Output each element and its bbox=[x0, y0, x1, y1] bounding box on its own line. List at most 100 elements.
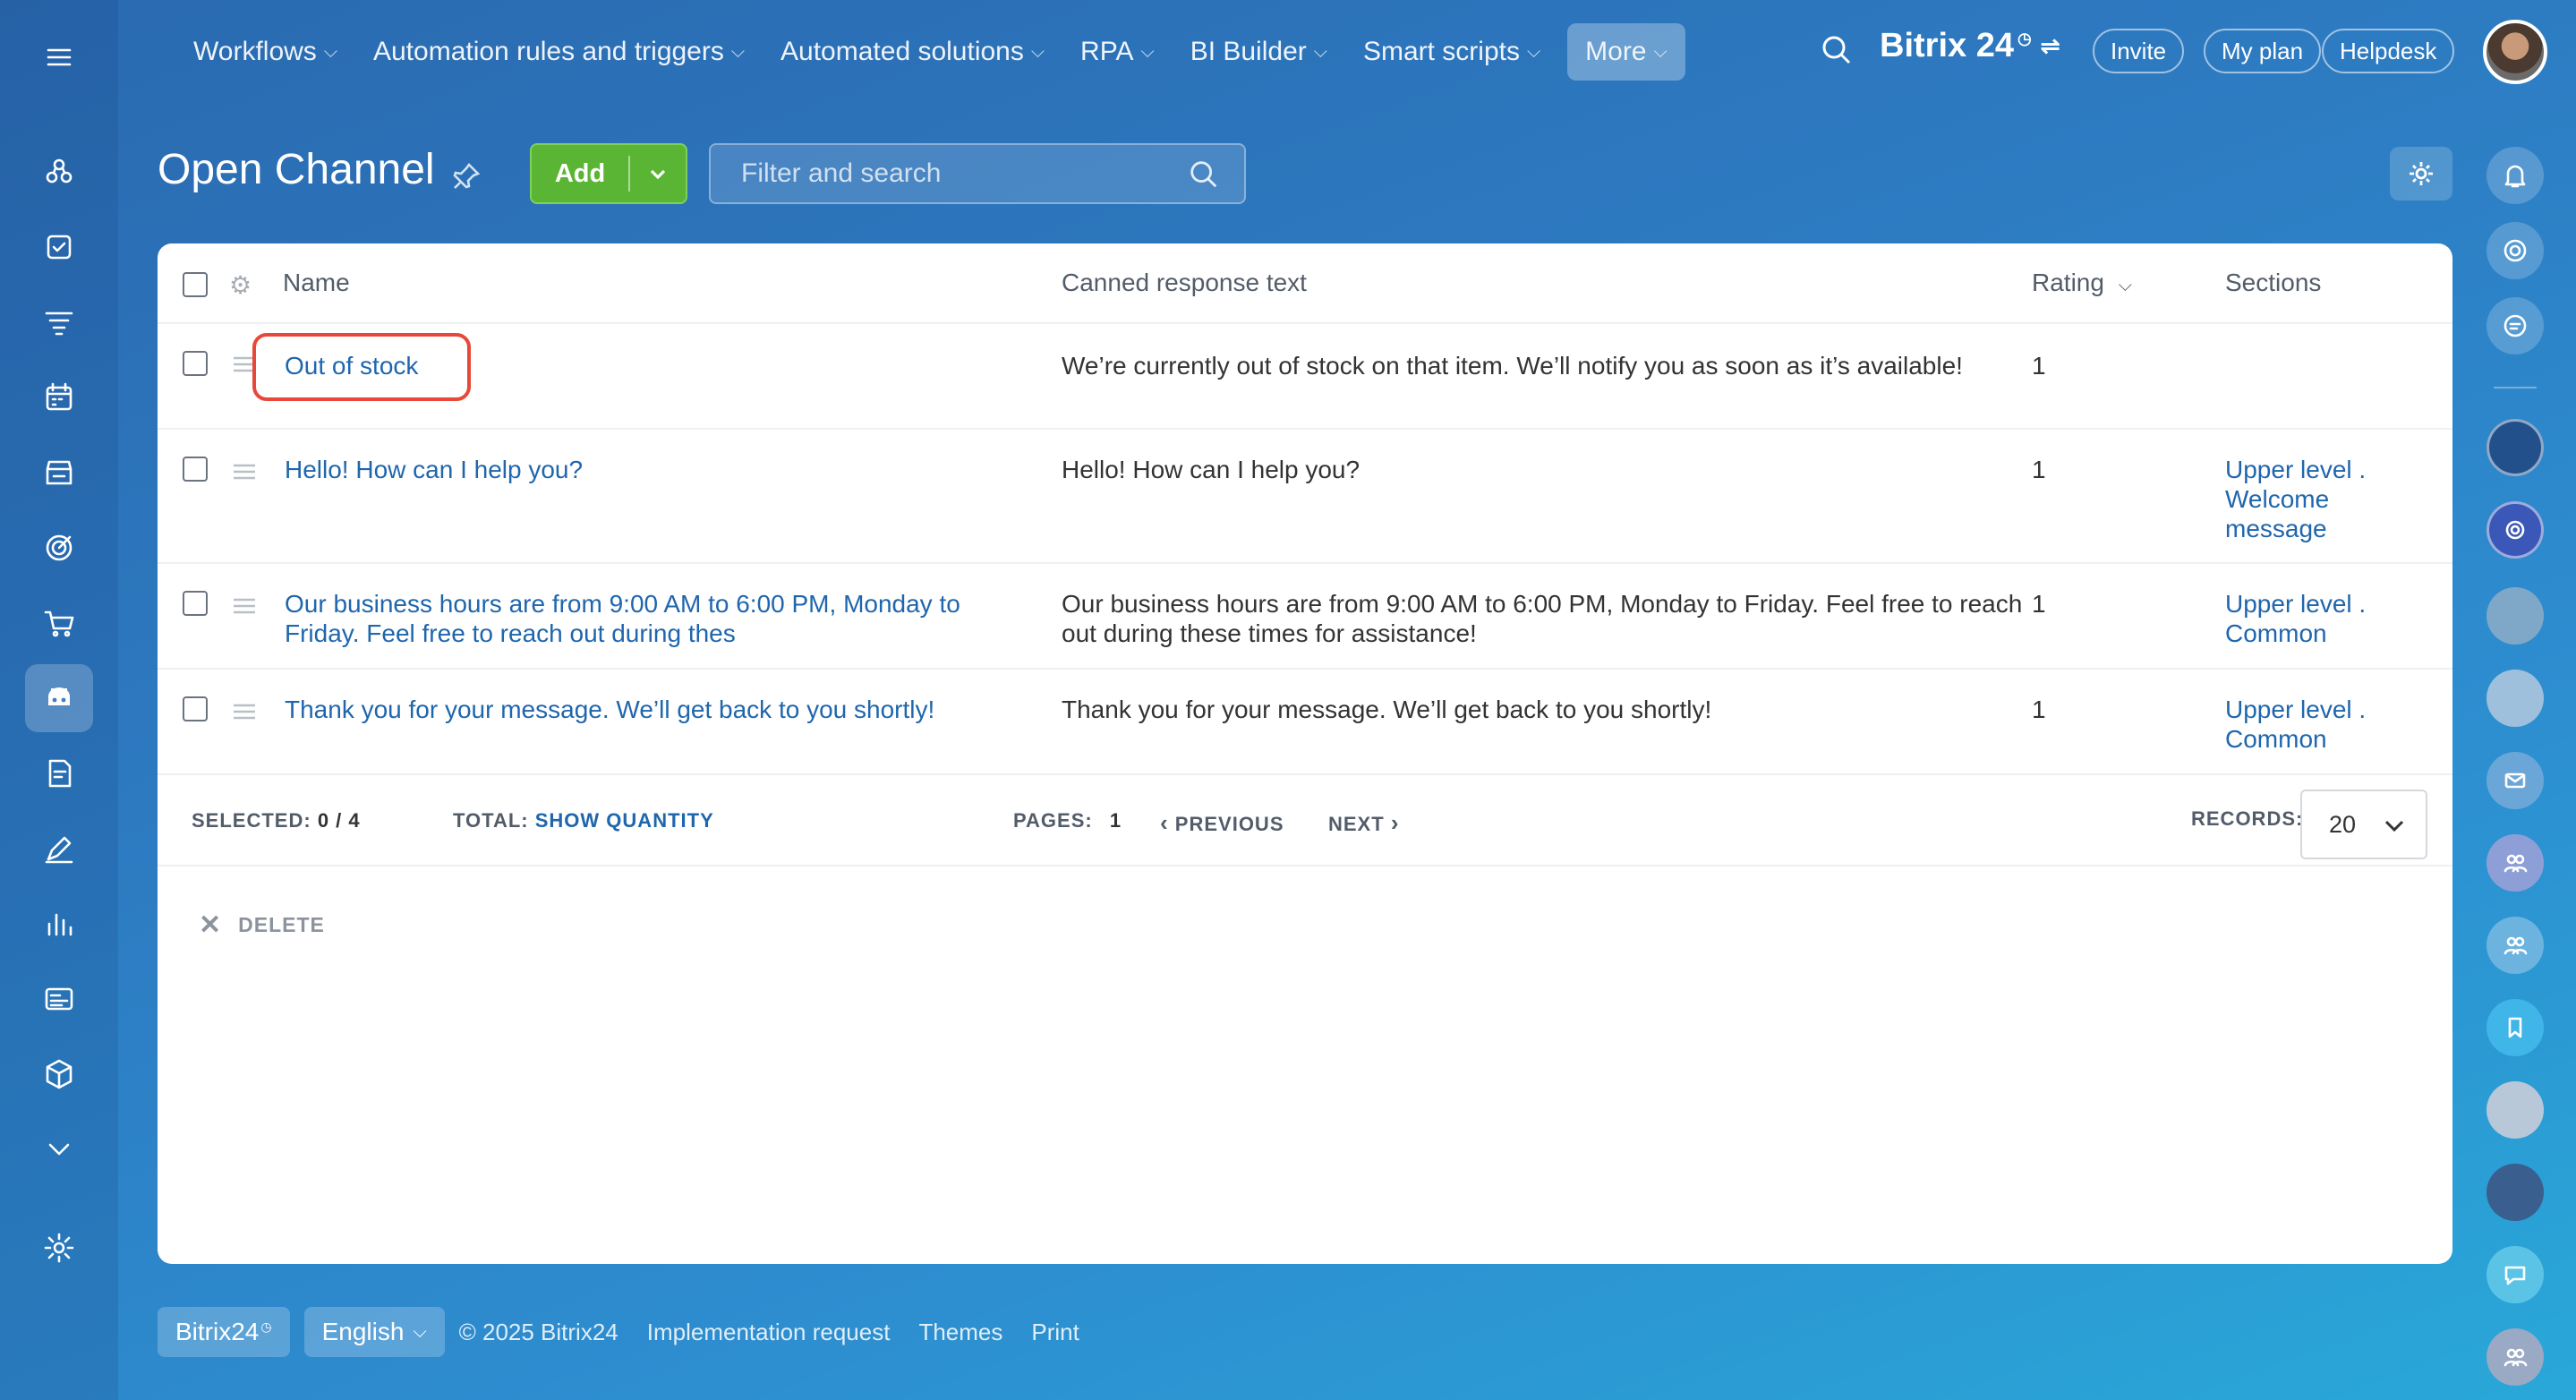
page-settings-gear-icon[interactable] bbox=[2390, 147, 2452, 201]
table-row[interactable]: Hello! How can I help you? Hello! How ca… bbox=[158, 430, 2452, 564]
chat-search-icon[interactable] bbox=[2486, 297, 2544, 354]
pin-icon[interactable] bbox=[451, 161, 482, 192]
next-page-button[interactable]: NEXT › bbox=[1328, 809, 1399, 837]
nav-smart-scripts[interactable]: Smart scripts ⌵ bbox=[1345, 23, 1558, 81]
implementation-request-link[interactable]: Implementation request bbox=[647, 1319, 891, 1346]
row-checkbox[interactable] bbox=[183, 457, 208, 482]
menu-icon[interactable] bbox=[25, 23, 93, 91]
grid-card: ⚙ Name Canned response text Rating ⌵ Sec… bbox=[158, 243, 2452, 1264]
filter-search-input[interactable]: Filter and search bbox=[709, 143, 1246, 204]
automation-robot-icon[interactable] bbox=[25, 664, 93, 732]
chevron-down-icon[interactable] bbox=[630, 163, 686, 184]
brand-logo[interactable]: Bitrix 24 ◷ ⇌ bbox=[1880, 27, 2060, 65]
row-name-link[interactable]: Thank you for your message. We’ll get ba… bbox=[285, 695, 934, 724]
nav-bi-builder[interactable]: BI Builder ⌵ bbox=[1173, 23, 1345, 81]
search-icon[interactable] bbox=[1187, 158, 1221, 199]
chevron-down-icon: ⌵ bbox=[730, 41, 746, 62]
target-icon[interactable] bbox=[25, 514, 93, 582]
tune-icon[interactable]: ⇌ bbox=[2041, 32, 2060, 60]
helpdesk-button[interactable]: Helpdesk bbox=[2322, 29, 2455, 73]
nav-label: More bbox=[1585, 37, 1647, 66]
nav-automated-solutions[interactable]: Automated solutions ⌵ bbox=[763, 23, 1062, 81]
row-text: Hello! How can I help you? bbox=[1062, 456, 1361, 483]
bell-icon[interactable] bbox=[2486, 147, 2544, 204]
sites-icon[interactable] bbox=[25, 965, 93, 1033]
settings-gear-icon[interactable] bbox=[25, 1214, 93, 1282]
delete-action-button[interactable]: ✕ DELETE bbox=[199, 909, 325, 941]
row-section-link[interactable]: Upper level . Common bbox=[2225, 695, 2377, 754]
table-row[interactable]: Thank you for your message. We’ll get ba… bbox=[158, 670, 2452, 775]
selected-label: SELECTED: bbox=[192, 809, 311, 832]
show-quantity-link[interactable]: SHOW QUANTITY bbox=[535, 809, 714, 832]
row-checkbox[interactable] bbox=[183, 696, 208, 721]
row-name-link[interactable]: Hello! How can I help you? bbox=[285, 455, 583, 484]
copilot-icon[interactable] bbox=[2486, 222, 2544, 279]
drag-handle-icon[interactable] bbox=[233, 464, 256, 480]
mail-icon[interactable] bbox=[2486, 752, 2544, 809]
left-sidebar bbox=[0, 0, 118, 1400]
drag-handle-icon[interactable] bbox=[233, 598, 256, 614]
total-count: TOTAL: SHOW QUANTITY bbox=[453, 809, 714, 832]
previous-page-button[interactable]: ‹ PREVIOUS bbox=[1160, 809, 1284, 837]
drag-handle-icon[interactable] bbox=[233, 704, 256, 720]
invite-button[interactable]: Invite bbox=[2093, 29, 2185, 73]
nav-label: Automation rules and triggers bbox=[372, 37, 724, 66]
print-link[interactable]: Print bbox=[1031, 1319, 1079, 1346]
my-plan-button[interactable]: My plan bbox=[2204, 29, 2322, 73]
row-section-link[interactable]: Upper level . Common bbox=[2225, 589, 2377, 648]
column-settings-gear-icon[interactable]: ⚙ bbox=[229, 270, 252, 300]
table-row[interactable]: Out of stock We’re currently out of stoc… bbox=[158, 324, 2452, 430]
crm-filter-icon[interactable] bbox=[25, 288, 93, 356]
tasks-icon[interactable] bbox=[25, 213, 93, 281]
records-label: RECORDS: bbox=[2191, 807, 2304, 830]
chevron-down-icon[interactable] bbox=[25, 1115, 93, 1183]
bitrix24-chip[interactable]: Bitrix24 ◷ bbox=[158, 1307, 290, 1357]
row-name-link[interactable]: Our business hours are from 9:00 AM to 6… bbox=[285, 589, 1019, 648]
column-header-text[interactable]: Canned response text bbox=[1062, 269, 1307, 297]
clock-icon: ◷ bbox=[2017, 30, 2032, 47]
add-button[interactable]: Add bbox=[530, 143, 687, 204]
user-avatar[interactable] bbox=[2486, 419, 2544, 476]
group-chat-icon[interactable] bbox=[2486, 1328, 2544, 1386]
column-header-rating[interactable]: Rating ⌵ bbox=[2032, 269, 2132, 297]
chevron-down-icon bbox=[2384, 820, 2404, 832]
group-avatar[interactable] bbox=[2486, 670, 2544, 727]
chat-icon[interactable] bbox=[2486, 1246, 2544, 1303]
table-row[interactable]: Our business hours are from 9:00 AM to 6… bbox=[158, 564, 2452, 670]
analytics-icon[interactable] bbox=[25, 890, 93, 958]
nav-automation-rules[interactable]: Automation rules and triggers ⌵ bbox=[355, 23, 763, 81]
group-chat-icon[interactable] bbox=[2486, 834, 2544, 892]
search-icon[interactable] bbox=[1819, 32, 1858, 72]
box-icon[interactable] bbox=[25, 1040, 93, 1108]
column-header-name[interactable]: Name bbox=[283, 269, 350, 297]
user-avatar[interactable] bbox=[2486, 587, 2544, 645]
bookmark-icon[interactable] bbox=[2486, 999, 2544, 1056]
nav-label: Workflows bbox=[193, 37, 317, 66]
group-chat-icon[interactable] bbox=[2486, 917, 2544, 974]
nav-workflows[interactable]: Workflows ⌵ bbox=[175, 23, 355, 81]
user-avatar[interactable] bbox=[2486, 1164, 2544, 1221]
copilot-chat-icon[interactable] bbox=[2486, 501, 2544, 559]
column-header-sections[interactable]: Sections bbox=[2225, 269, 2321, 297]
nav-rpa[interactable]: RPA ⌵ bbox=[1062, 23, 1173, 81]
user-avatar[interactable] bbox=[2486, 1081, 2544, 1139]
records-value: 20 bbox=[2329, 810, 2357, 838]
row-checkbox[interactable] bbox=[183, 591, 208, 616]
row-section-link[interactable]: Upper level . Welcome message bbox=[2225, 455, 2377, 543]
sign-icon[interactable] bbox=[25, 815, 93, 883]
calendar-icon[interactable] bbox=[25, 363, 93, 431]
store-icon[interactable] bbox=[25, 439, 93, 507]
themes-link[interactable]: Themes bbox=[918, 1319, 1002, 1346]
select-all-checkbox[interactable] bbox=[183, 272, 208, 297]
user-avatar[interactable] bbox=[2483, 20, 2547, 84]
row-rating: 1 bbox=[2032, 590, 2046, 618]
row-checkbox[interactable] bbox=[183, 351, 208, 376]
cart-icon[interactable] bbox=[25, 589, 93, 657]
records-per-page-select[interactable]: 20 bbox=[2300, 790, 2427, 859]
row-text: Thank you for your message. We’ll get ba… bbox=[1062, 696, 1712, 723]
document-edit-icon[interactable] bbox=[25, 739, 93, 807]
delete-label: DELETE bbox=[238, 913, 325, 936]
nav-more[interactable]: More ⌵ bbox=[1567, 23, 1685, 81]
language-select[interactable]: English ⌵ bbox=[303, 1307, 445, 1357]
workflow-icon[interactable] bbox=[25, 138, 93, 206]
